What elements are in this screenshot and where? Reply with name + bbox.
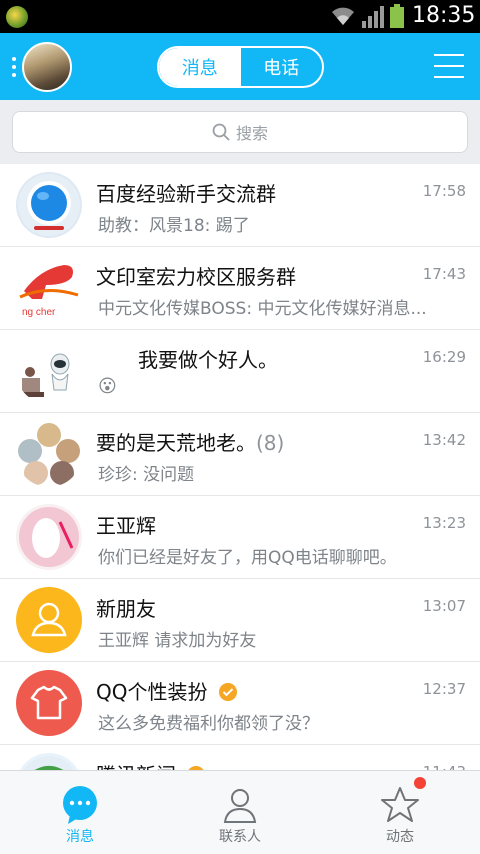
emoji-preview: 😮 <box>98 376 117 397</box>
chat-time: 17:43 <box>422 265 466 283</box>
tab-label: 消息 <box>66 829 94 845</box>
new-friend-avatar <box>16 587 82 653</box>
app-notification-icon <box>6 6 28 28</box>
chat-time: 16:29 <box>422 348 466 366</box>
chat-item[interactable]: QQ个性装扮 12:37 这么多免费福利你都领了没？ <box>0 662 480 745</box>
user-avatar[interactable] <box>22 42 72 92</box>
chat-item[interactable]: 新朋友 13:07 王亚辉 请求加为好友 <box>0 579 480 662</box>
message-bubble-icon <box>63 786 97 824</box>
chat-time: 13:07 <box>422 597 466 615</box>
tab-label: 联系人 <box>219 829 261 845</box>
chat-title: QQ个性装扮 <box>96 676 238 705</box>
member-count: (8) <box>256 431 285 455</box>
chat-title: 王亚辉 <box>96 514 156 538</box>
chat-item[interactable]: ng cher 文印室宏力校区服务群 17:43 中元文化传媒BOSS: 中元文… <box>0 247 480 330</box>
status-time: 18:35 <box>412 3 476 28</box>
top-header: 消息 电话 <box>0 33 480 100</box>
signal-icon <box>362 6 384 28</box>
chat-time: 13:42 <box>422 431 466 449</box>
menu-icon[interactable] <box>434 54 464 87</box>
chat-title: 要的是天荒地老。(8) <box>96 427 284 456</box>
search-placeholder: 搜索 <box>235 124 268 143</box>
chat-item[interactable]: 要的是天荒地老。(8) 13:42 珍珍: 没问题 <box>0 413 480 496</box>
battery-icon <box>390 4 404 28</box>
chat-item[interactable]: 百度经验新手交流群 17:58 助教：风景18: 踢了 <box>0 164 480 247</box>
chat-title: 新朋友 <box>96 597 156 621</box>
theme-avatar <box>16 670 82 736</box>
chat-preview: 你们已经是好友了，用QQ电话聊聊吧。 <box>98 548 397 568</box>
chat-title: 我要做个好人。 <box>138 348 278 372</box>
search-input[interactable]: 搜索 <box>12 111 468 153</box>
search-area: 搜索 <box>0 100 480 164</box>
chat-time: 17:58 <box>422 182 466 200</box>
tab-feed[interactable]: 动态 <box>320 771 480 854</box>
contact-avatar <box>16 504 82 570</box>
tab-messages-bottom[interactable]: 消息 <box>0 771 160 854</box>
tab-contacts[interactable]: 联系人 <box>160 771 320 854</box>
chat-title-text: 要的是天荒地老。 <box>96 431 256 455</box>
status-bar: 18:35 <box>0 0 480 33</box>
chat-preview: 王亚辉 请求加为好友 <box>98 631 257 651</box>
notification-dot <box>414 777 426 789</box>
avatar-logo-text: ng cher <box>22 307 56 318</box>
chat-preview: 珍珍: 没问题 <box>98 465 195 485</box>
chat-time: 12:37 <box>422 680 466 698</box>
chat-preview: 这么多免费福利你都领了没？ <box>98 714 319 734</box>
chat-title: 百度经验新手交流群 <box>96 182 276 206</box>
bottom-tab-bar: 消息 联系人 动态 <box>0 770 480 854</box>
drawer-indicator-icon[interactable] <box>12 57 16 81</box>
chat-list: 百度经验新手交流群 17:58 助教：风景18: 踢了 ng cher 文印室宏… <box>0 164 480 828</box>
tshirt-icon <box>30 685 68 720</box>
tab-label: 动态 <box>386 829 414 845</box>
chat-preview: 中元文化传媒BOSS: 中元文化传媒好消息... <box>98 299 427 319</box>
chat-title-text: QQ个性装扮 <box>96 680 208 704</box>
chat-item[interactable]: 王亚辉 13:23 你们已经是好友了，用QQ电话聊聊吧。 <box>0 496 480 579</box>
chat-time: 13:23 <box>422 514 466 532</box>
star-icon <box>381 787 419 822</box>
chat-item[interactable]: 我要做个好人。 16:29 😮 <box>0 330 480 413</box>
group-avatar: ng cher <box>16 255 82 321</box>
group-avatar <box>16 172 82 238</box>
search-icon <box>212 123 230 141</box>
contacts-icon <box>223 789 257 823</box>
chat-title: 文印室宏力校区服务群 <box>96 265 296 289</box>
group-avatar <box>16 421 82 487</box>
chat-preview: 助教：风景18: 踢了 <box>98 216 250 236</box>
wifi-icon <box>332 7 354 25</box>
tab-phone[interactable]: 电话 <box>241 48 323 86</box>
tab-messages[interactable]: 消息 <box>159 48 241 86</box>
contact-avatar <box>16 338 82 404</box>
segmented-switch: 消息 电话 <box>157 46 324 88</box>
verified-badge-icon <box>218 683 237 701</box>
person-icon <box>31 602 67 637</box>
